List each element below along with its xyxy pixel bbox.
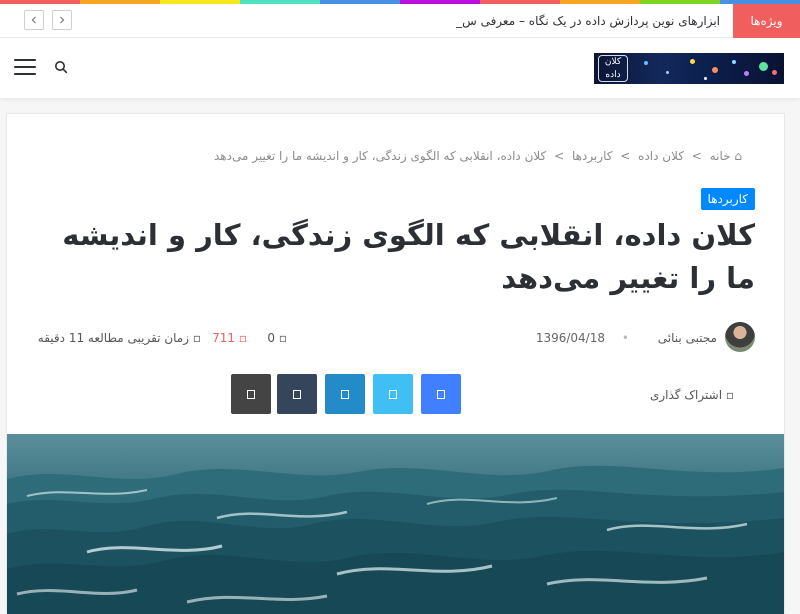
share-icon: ▫	[725, 388, 734, 402]
article-card: ⌂ خانه > کلان داده > کاربردها > کلان داد…	[6, 113, 785, 614]
share-twitter-button[interactable]	[373, 374, 413, 414]
site-header: کلان داده	[0, 38, 800, 98]
clock-icon: ▫	[192, 331, 201, 345]
twitter-icon	[389, 389, 397, 399]
views-count: ▫ 711	[212, 331, 247, 345]
chevron-right-icon	[60, 16, 65, 24]
news-ticker[interactable]: ابزارهای نوین پردازش داده در یک نگاه – م…	[456, 4, 720, 38]
hamburger-line	[14, 73, 36, 75]
breadcrumb-category[interactable]: کلان داده	[638, 149, 684, 163]
share-label: ▫ اشتراک گذاری	[649, 388, 734, 402]
ticker-text: ابزارهای نوین پردازش داده در یک نگاه – م…	[456, 14, 720, 28]
article-title: کلان داده، انقلابی که الگوی زندگی، کار و…	[62, 218, 755, 295]
share-tumblr-button[interactable]	[277, 374, 317, 414]
featured-image	[7, 434, 784, 614]
ticker-prev-button[interactable]	[24, 10, 44, 30]
share-linkedin-button[interactable]	[325, 374, 365, 414]
breadcrumb-separator: >	[620, 149, 631, 163]
comment-icon: ▫	[278, 331, 287, 345]
facebook-icon	[437, 389, 445, 399]
post-stats: ▫ 0 ▫ 711 ▫ زمان تقریبی مطالعه 11 دقیقه	[37, 320, 287, 352]
share-print-button[interactable]	[231, 374, 271, 414]
site-logo[interactable]: کلان داده	[594, 53, 784, 84]
tumblr-icon	[293, 389, 301, 399]
trending-badge[interactable]: ویژه‌ها	[733, 4, 800, 38]
ocean-waves-image	[7, 465, 784, 614]
comments-count[interactable]: ▫ 0	[267, 331, 287, 345]
category-badge[interactable]: کاربردها	[700, 188, 755, 210]
chevron-left-icon	[31, 16, 36, 24]
breadcrumb-separator: >	[554, 149, 565, 163]
menu-button[interactable]	[14, 59, 36, 77]
search-icon[interactable]	[54, 60, 68, 74]
post-date: 1396/04/18	[535, 331, 605, 345]
breadcrumb-subcategory[interactable]: کاربردها	[572, 149, 612, 163]
share-facebook-button[interactable]	[421, 374, 461, 414]
breadcrumb-separator: >	[691, 149, 702, 163]
hamburger-line	[14, 66, 36, 68]
trending-label: ویژه‌ها	[750, 14, 783, 28]
ticker-next-button[interactable]	[52, 10, 72, 30]
author-avatar[interactable]	[725, 322, 755, 352]
meta-separator: •	[621, 331, 629, 345]
home-icon: ⌂	[734, 149, 742, 163]
logo-text: کلان داده	[598, 55, 628, 82]
reading-time: ▫ زمان تقریبی مطالعه 11 دقیقه	[37, 331, 201, 345]
print-icon	[247, 389, 255, 399]
linkedin-icon	[341, 389, 349, 399]
hamburger-line	[14, 59, 36, 61]
top-bar: ویژه‌ها ابزارهای نوین پردازش داده در یک …	[0, 4, 800, 38]
breadcrumb-home[interactable]: خانه	[710, 149, 731, 163]
author-name[interactable]: مجتبی بنائی	[658, 331, 717, 345]
breadcrumb: ⌂ خانه > کلان داده > کاربردها > کلان داد…	[214, 149, 742, 163]
breadcrumb-current: کلان داده، انقلابی که الگوی زندگی، کار و…	[213, 149, 547, 163]
author-meta: مجتبی بنائی • 1396/04/18	[355, 320, 755, 352]
fire-icon: ▫	[238, 331, 247, 345]
